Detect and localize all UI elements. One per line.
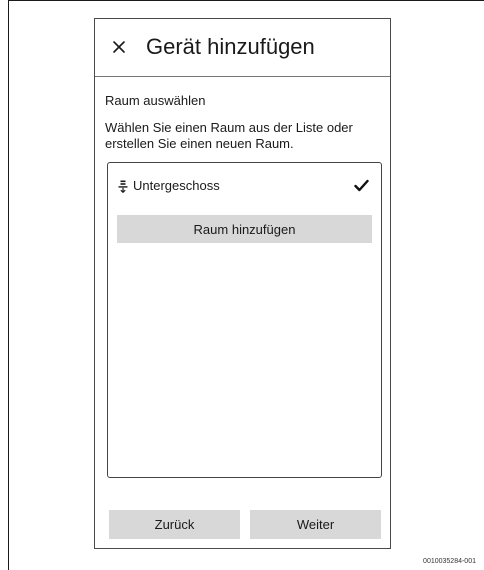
figure-reference-id: 0010035284-001 [423,558,476,565]
mobile-screen: Gerät hinzufügen Raum auswählen Wählen S… [94,18,391,549]
back-button[interactable]: Zurück [109,510,240,539]
room-select-description: Wählen Sie einen Raum aus der Liste oder… [105,120,353,151]
document-frame-top-rule [8,0,484,1]
room-name: Untergeschoss [133,178,220,193]
room-select-label: Raum auswählen [105,93,206,108]
room-list-item-untergeschoss[interactable]: Untergeschoss [108,163,381,207]
room-list: Untergeschoss Raum hinzufügen [107,162,382,478]
add-room-button[interactable]: Raum hinzufügen [117,215,372,243]
dialog-header: Gerät hinzufügen [95,19,390,77]
checkmark-icon [354,179,369,192]
page-title: Gerät hinzufügen [146,34,315,59]
basement-floor-icon [118,180,128,193]
document-frame-left-rule [8,0,9,570]
close-icon[interactable] [110,38,128,56]
next-button[interactable]: Weiter [250,510,381,539]
